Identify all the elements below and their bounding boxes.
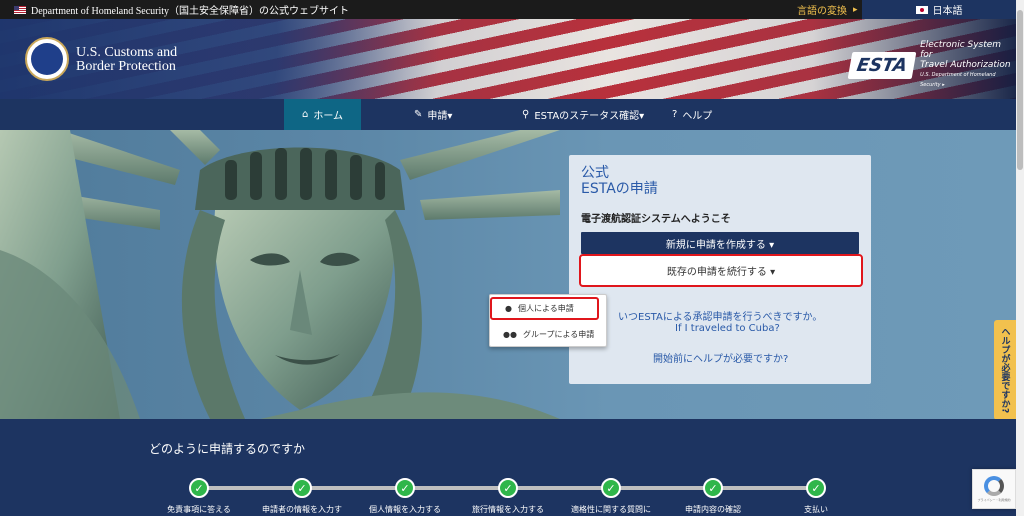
pencil-icon: ✎	[414, 109, 423, 120]
esta-apply-panel: 公式 ESTAの申請 電子渡航認証システムへようこそ 新規に申請を作成する ▾ …	[569, 155, 871, 384]
users-icon: ●●	[503, 330, 517, 339]
us-flag-icon	[14, 5, 26, 14]
hero-section: 公式 ESTAの申請 電子渡航認証システムへようこそ 新規に申請を作成する ▾ …	[0, 130, 1016, 419]
caret-right-icon: ▸	[853, 4, 858, 15]
step-7-check-icon: ✓	[806, 478, 826, 498]
scrollbar-thumb[interactable]	[1017, 10, 1023, 170]
step-5-check-icon: ✓	[601, 478, 621, 498]
language-label: 日本語	[932, 6, 963, 17]
need-help-link[interactable]: 開始前にヘルプが必要ですか?	[653, 350, 788, 365]
step-1-check-icon: ✓	[189, 478, 209, 498]
step-4-check-icon: ✓	[498, 478, 518, 498]
when-to-apply-link[interactable]: いつESTAによる承認申請を行うべきですか。	[618, 308, 822, 323]
step-2-check-icon: ✓	[292, 478, 312, 498]
step-6-label: 申請内容の確認	[685, 505, 741, 514]
step-3-check-icon: ✓	[395, 478, 415, 498]
step-1-label: 免責事項に答える	[167, 505, 231, 514]
recaptcha-badge[interactable]: プライバシー・利用規約	[972, 469, 1016, 509]
page-scrollbar[interactable]	[1016, 0, 1024, 516]
site-header: U.S. Customs and Border Protection ESTA …	[0, 19, 1016, 99]
nav-status[interactable]: ⚲ ESTAのステータス確認▾	[522, 99, 644, 130]
how-to-apply-section: どのように申請するのですか ✓ 免責事項に答える ✓ 申請者の情報を入力す ✓ …	[0, 419, 1016, 516]
japan-flag-icon	[915, 5, 928, 14]
cbp-logo-text[interactable]: U.S. Customs and Border Protection	[76, 46, 177, 74]
user-icon: ●	[505, 304, 512, 313]
step-7-label: 支払い	[804, 505, 828, 514]
language-change-link[interactable]: 言語の変換 ▸	[797, 0, 858, 19]
cuba-travel-link[interactable]: If I traveled to Cuba?	[675, 323, 780, 334]
step-5-label: 適格性に関する質問に	[571, 505, 651, 514]
esta-logo-mark: ESTA	[847, 51, 917, 79]
language-selector[interactable]: 日本語	[862, 0, 1016, 19]
step-6-check-icon: ✓	[703, 478, 723, 498]
esta-logo-text: Electronic System for Travel Authorizati…	[920, 40, 1011, 88]
nav-apply[interactable]: ✎ 申請▾	[414, 99, 452, 130]
statue-of-liberty-image	[0, 130, 560, 419]
recaptcha-text: プライバシー・利用規約	[977, 498, 1011, 502]
language-change-label: 言語の変換	[797, 6, 847, 17]
question-icon: ?	[672, 109, 678, 120]
search-icon: ⚲	[522, 109, 530, 120]
nav-home[interactable]: ⌂ ホーム	[284, 99, 361, 130]
nav-help[interactable]: ? ヘルプ	[672, 99, 712, 130]
step-3-label: 個人情報を入力する	[369, 505, 441, 514]
dhs-seal-icon[interactable]	[25, 37, 69, 81]
create-new-application-button[interactable]: 新規に申請を作成する ▾	[581, 232, 859, 254]
gov-banner-text: Department of Homeland Security（国土安全保障省）…	[31, 6, 350, 17]
step-2-label: 申請者の情報を入力す	[262, 505, 342, 514]
group-application-option[interactable]: ●● グループによる申請	[490, 323, 608, 346]
panel-title: 公式 ESTAの申請	[581, 165, 658, 197]
esta-logo[interactable]: ESTA Electronic System for Travel Author…	[847, 40, 1016, 90]
help-side-tab[interactable]: ヘルプが必要ですか?	[994, 320, 1016, 419]
panel-welcome-text: 電子渡航認証システムへようこそ	[581, 214, 731, 225]
individual-application-option[interactable]: ● 個人による申請	[490, 297, 599, 320]
home-icon: ⌂	[301, 109, 309, 120]
continue-application-dropdown: ● 個人による申請 ●● グループによる申請	[489, 294, 607, 347]
step-4-label: 旅行情報を入力する	[472, 505, 544, 514]
continue-existing-application-button[interactable]: 既存の申請を続行する ▾	[579, 254, 863, 287]
main-nav: ⌂ ホーム ✎ 申請▾ ⚲ ESTAのステータス確認▾ ? ヘルプ	[0, 99, 1016, 130]
how-to-apply-title: どのように申請するのですか	[149, 442, 306, 456]
recaptcha-icon	[984, 476, 1004, 496]
